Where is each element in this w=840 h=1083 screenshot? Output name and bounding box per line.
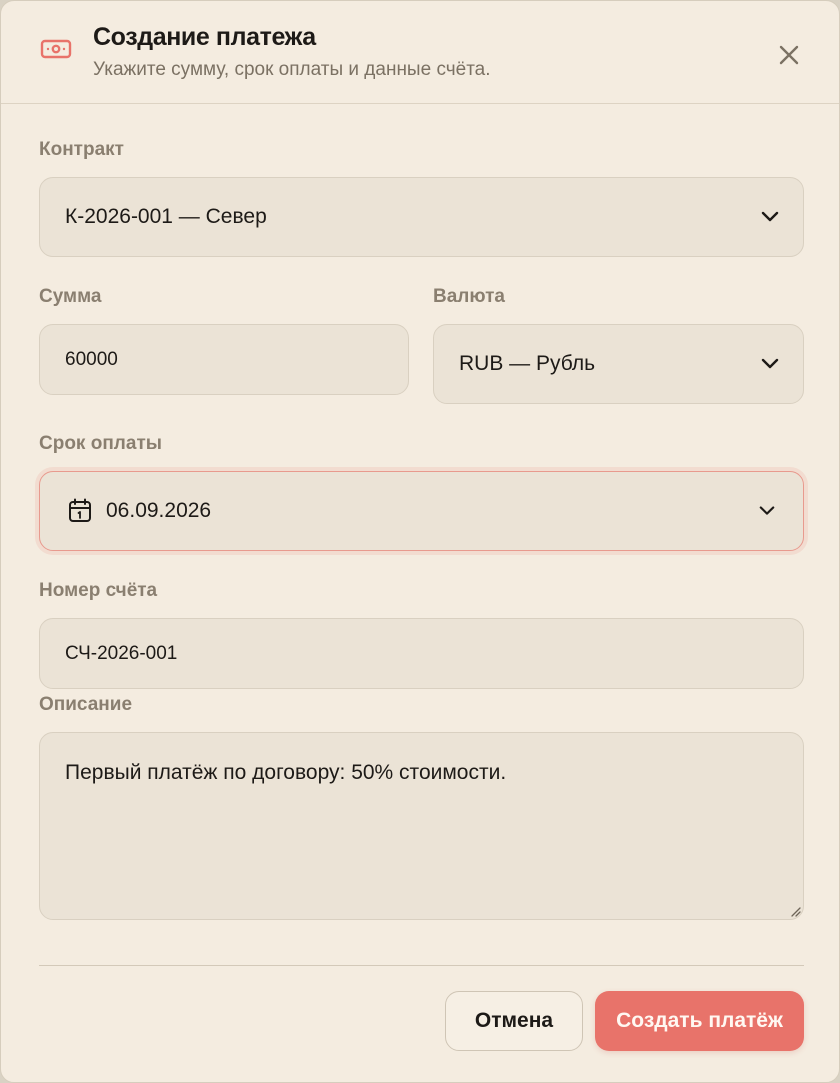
dialog-title: Создание платежа <box>93 23 316 51</box>
due-date-label: Срок оплаты <box>39 433 162 454</box>
chevron-down-icon <box>761 358 779 369</box>
currency-label: Валюта <box>433 286 505 307</box>
amount-input[interactable]: 60000 <box>39 324 409 395</box>
contract-select[interactable]: К-2026-001 — Север <box>39 177 804 257</box>
dialog-header: Создание платежа Укажите сумму, срок опл… <box>1 1 839 104</box>
resize-handle-icon[interactable] <box>789 905 801 917</box>
chevron-down-icon <box>761 211 779 222</box>
currency-value: RUB — Рубль <box>459 352 596 375</box>
chevron-down-icon <box>759 506 775 515</box>
close-icon <box>779 45 799 65</box>
amount-value: 60000 <box>65 348 118 370</box>
due-date-value: 06.09.2026 <box>106 499 212 522</box>
dialog-subtitle: Укажите сумму, срок оплаты и данные счёт… <box>93 59 491 80</box>
description-textarea[interactable]: Первый платёж по договору: 50% стоимости… <box>39 732 804 920</box>
invoice-number-input[interactable]: СЧ-2026-001 <box>39 618 804 689</box>
amount-label: Сумма <box>39 286 102 307</box>
calendar-icon <box>69 498 91 522</box>
cancel-button[interactable]: Отмена <box>445 991 583 1051</box>
create-payment-dialog: Создание платежа Укажите сумму, срок опл… <box>0 0 840 1083</box>
contract-value: К-2026-001 — Север <box>65 205 267 228</box>
description-label: Описание <box>39 694 133 715</box>
footer-divider <box>39 965 804 966</box>
contract-label: Контракт <box>39 139 124 160</box>
close-button[interactable] <box>773 39 805 71</box>
description-value: Первый платёж по договору: 50% стоимости… <box>65 761 507 784</box>
create-payment-button[interactable]: Создать платёж <box>595 991 804 1051</box>
invoice-number-value: СЧ-2026-001 <box>65 642 178 664</box>
currency-select[interactable]: RUB — Рубль <box>433 324 804 404</box>
due-date-picker[interactable]: 06.09.2026 <box>39 471 804 551</box>
banknote-icon <box>40 37 72 61</box>
invoice-number-label: Номер счёта <box>39 580 158 601</box>
